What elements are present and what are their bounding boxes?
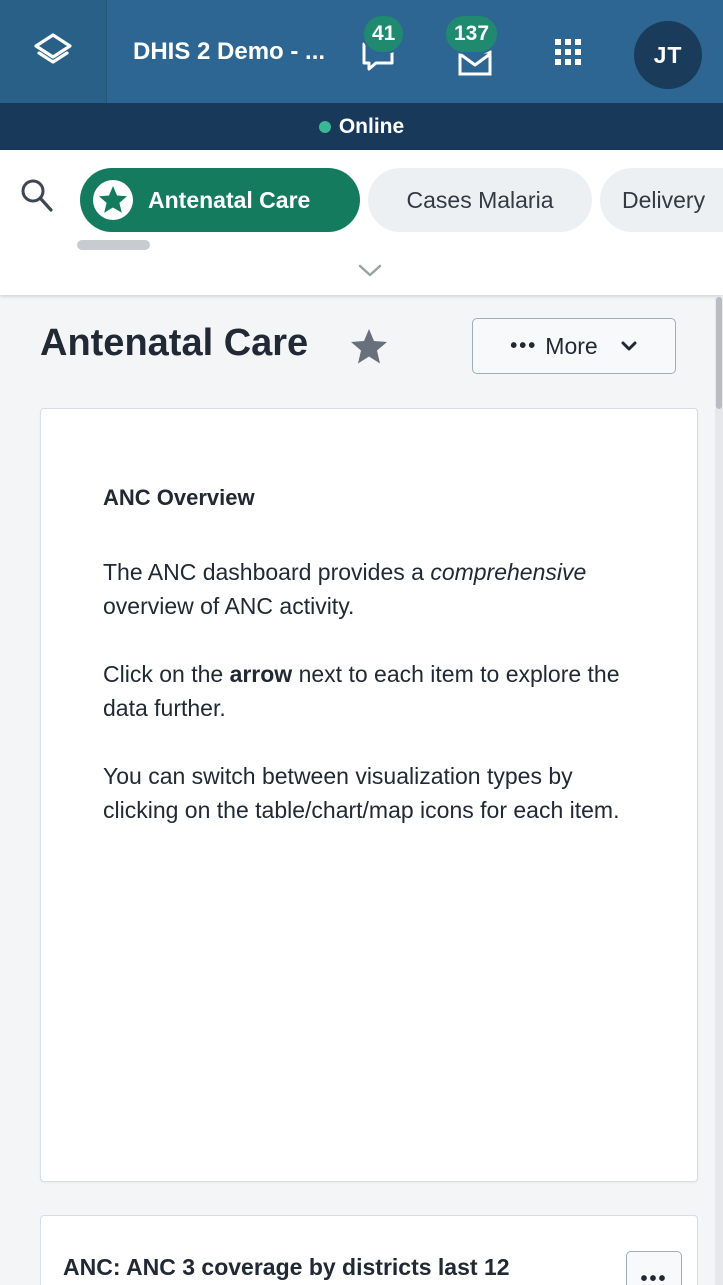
text-paragraph-2: Click on the arrow next to each item to … bbox=[103, 657, 643, 725]
visualization-item-title: ANC: ANC 3 coverage by districts last 12 bbox=[63, 1254, 510, 1280]
top-header-bar: DHIS 2 Demo - ... 41 137 JT bbox=[0, 0, 723, 103]
text-item-content: ANC Overview The ANC dashboard provides … bbox=[103, 481, 643, 861]
paragraph-text: Click on the bbox=[103, 661, 230, 687]
paragraph-text: overview of ANC activity. bbox=[103, 593, 355, 619]
chevron-down-icon bbox=[621, 341, 637, 351]
chip-label: Cases Malaria bbox=[406, 186, 554, 213]
starred-star-icon bbox=[92, 179, 134, 221]
more-actions-button[interactable]: ••• More bbox=[472, 318, 676, 374]
expand-dashboards-bar-button[interactable] bbox=[357, 263, 383, 284]
user-profile-avatar[interactable]: JT bbox=[634, 21, 702, 89]
text-item-heading: ANC Overview bbox=[103, 485, 255, 510]
chevron-down-icon bbox=[358, 264, 382, 277]
interpretations-button[interactable]: 41 bbox=[348, 0, 408, 103]
emphasized-text: comprehensive bbox=[430, 559, 587, 585]
messages-count-badge: 137 bbox=[444, 14, 500, 54]
text-paragraph-3: You can switch between visualization typ… bbox=[103, 763, 620, 823]
connection-status-bar: Online bbox=[0, 103, 723, 150]
apps-grid-icon bbox=[555, 38, 581, 65]
visualization-item-card: ANC: ANC 3 coverage by districts last 12… bbox=[40, 1215, 698, 1285]
page-scrollbar-track[interactable] bbox=[715, 297, 723, 1285]
search-dashboards-button[interactable] bbox=[20, 178, 54, 219]
bold-text: arrow bbox=[229, 661, 293, 687]
dhis2-logo-icon bbox=[34, 32, 72, 64]
online-status-label: Online bbox=[338, 114, 405, 138]
interpretations-count-badge: 41 bbox=[362, 14, 406, 54]
dashboard-title: Antenatal Care bbox=[40, 322, 309, 364]
item-context-menu-button[interactable]: ••• bbox=[626, 1251, 682, 1285]
star-dashboard-button[interactable] bbox=[347, 326, 391, 373]
more-label: More bbox=[545, 332, 598, 359]
text-item-card: ANC Overview The ANC dashboard provides … bbox=[40, 408, 698, 1182]
online-status-dot bbox=[318, 120, 331, 133]
chips-scrollbar-thumb[interactable] bbox=[77, 240, 150, 250]
chip-label: Antenatal Care bbox=[148, 186, 311, 213]
dhis2-logo-button[interactable] bbox=[0, 0, 107, 103]
dashboard-chip-delivery[interactable]: Delivery bbox=[600, 168, 723, 232]
text-paragraph-1: The ANC dashboard provides a comprehensi… bbox=[103, 555, 643, 623]
star-icon bbox=[351, 329, 387, 364]
chip-label: Delivery bbox=[622, 186, 706, 213]
apps-menu-button[interactable] bbox=[538, 0, 598, 103]
more-dots-icon: ••• bbox=[510, 334, 538, 357]
paragraph-text: The ANC dashboard provides a bbox=[103, 559, 431, 585]
messages-button[interactable]: 137 bbox=[440, 0, 510, 103]
dashboard-chip-cases-malaria[interactable]: Cases Malaria bbox=[368, 168, 592, 232]
app-title: DHIS 2 Demo - ... bbox=[133, 37, 326, 65]
dashboard-chip-antenatal-care[interactable]: Antenatal Care bbox=[80, 168, 360, 232]
page-scrollbar-thumb[interactable] bbox=[716, 297, 722, 409]
more-dots-icon: ••• bbox=[640, 1267, 668, 1285]
search-icon bbox=[21, 179, 53, 212]
